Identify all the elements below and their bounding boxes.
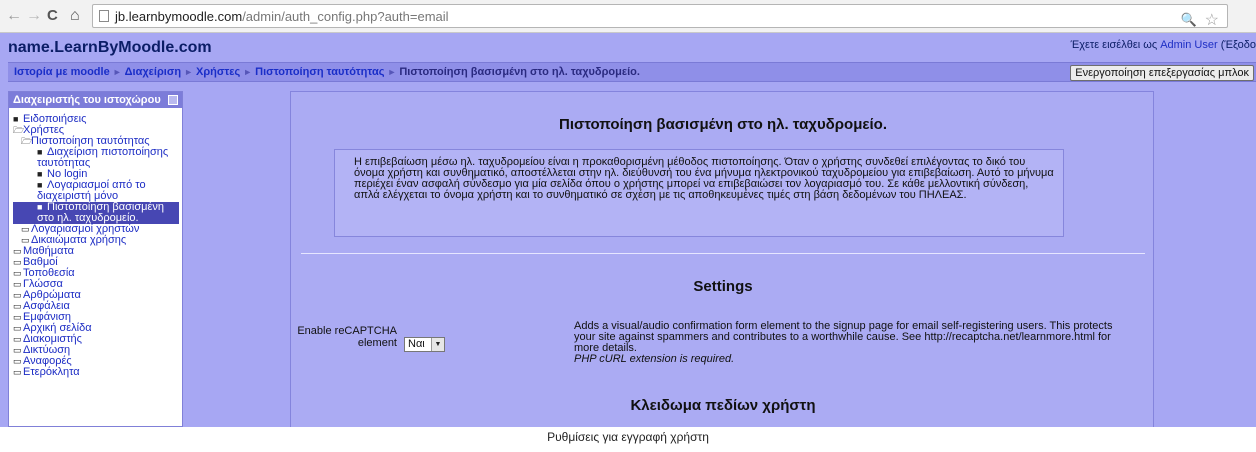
moodle-page: name.LearnByMoodle.com Έχετε εισέλθει ως…: [0, 33, 1256, 427]
admin-tree: ■ Ειδοποιήσεις 🗁Χρήστες 🗁Πιστοποίηση ταυτ…: [9, 108, 182, 378]
bullet-icon: ■: [37, 169, 43, 179]
site-name[interactable]: name.LearnByMoodle.com: [8, 39, 212, 57]
bookmark-star-icon[interactable]: ☆: [1205, 10, 1219, 30]
url-text: jb.learnbymoodle.com/admin/auth_config.p…: [115, 9, 449, 24]
folder-icon: ▭: [13, 301, 22, 311]
browser-toolbar: ← → C ⌂ jb.learnbymoodle.com/admin/auth_…: [0, 0, 1256, 33]
recaptcha-select-value: Ναι: [408, 338, 425, 350]
page-title: Πιστοποίηση βασισμένη στο ηλ. ταχυδρομεί…: [558, 116, 888, 133]
sidebar-item-manual-accounts[interactable]: ■ Λογαριασμοί από το διαχειριστή μόνο: [13, 180, 179, 202]
breadcrumb-separator: ►: [112, 67, 122, 77]
breadcrumb-separator: ►: [243, 67, 253, 77]
bullet-icon: ■: [13, 114, 19, 124]
breadcrumb-item-home[interactable]: Ιστορία με moodle: [14, 66, 110, 78]
recaptcha-note: PHP cURL extension is required.: [574, 353, 735, 365]
breadcrumb: Ιστορία με moodle ► Διαχείριση ► Χρήστες ► Πισ…: [14, 66, 640, 78]
figure-caption: Ρυθμίσεις για εγγραφή χρήστη: [547, 430, 709, 444]
folder-icon: ▭: [13, 246, 22, 256]
login-prefix: Έχετε εισέλθει ως: [1070, 39, 1161, 51]
sidebar-item-email-auth[interactable]: ■ Πιστοποίηση βασισμένη στο ηλ. ταχυδρομε…: [13, 202, 179, 224]
folder-icon: ▭: [13, 345, 22, 355]
folder-icon: ▭: [13, 356, 22, 366]
block-collapse-icon[interactable]: [168, 95, 178, 105]
back-arrow-icon[interactable]: ←: [6, 8, 22, 24]
divider: [301, 253, 1145, 254]
login-info: Έχετε εισέλθει ως Admin User (Έξοδο: [1071, 39, 1256, 51]
url-path: /admin/auth_config.php?auth=email: [242, 9, 449, 24]
reload-icon[interactable]: C: [47, 8, 58, 24]
folder-icon: ▭: [21, 224, 30, 234]
folder-icon: ▭: [13, 257, 22, 267]
breadcrumb-item-users[interactable]: Χρήστες: [196, 66, 240, 78]
lock-fields-heading: Κλειδωμα πεδίων χρήστη: [630, 397, 816, 414]
home-icon[interactable]: ⌂: [70, 8, 80, 24]
login-user-link[interactable]: Admin User: [1160, 39, 1217, 51]
block-header: Διαχειριστής του ιστοχώρου: [9, 92, 182, 108]
folder-icon: ▭: [13, 279, 22, 289]
folder-icon: ▭: [13, 334, 22, 344]
sidebar-item-misc[interactable]: ▭Ετερόκλητα: [13, 367, 179, 378]
auth-description: Η επιβεβαίωση μέσω ηλ. ταχυδρομείου είνα…: [334, 149, 1064, 237]
sidebar-item-label: Ετερόκλητα: [23, 366, 80, 378]
recaptcha-description-text: Adds a visual/audio confirmation form el…: [574, 320, 1113, 354]
zoom-icon[interactable]: 🔍: [1181, 12, 1197, 28]
breadcrumb-item-current: Πιστοποίηση βασισμένη στο ηλ. ταχυδρομεί…: [399, 66, 640, 78]
breadcrumb-separator: ►: [184, 67, 193, 77]
sidebar-item-label: Πιστοποίηση βασισμένη στο ηλ. ταχυδρομεί…: [37, 201, 164, 224]
url-host: jb.learnbymoodle.com: [115, 9, 243, 24]
breadcrumb-separator: ►: [387, 67, 397, 77]
sidebar-item-label: Διαχείριση πιστοποίησης ταυτότητας: [37, 146, 169, 169]
recaptcha-description: Adds a visual/audio confirmation form el…: [574, 321, 1114, 365]
recaptcha-label: Enable reCAPTCHA element: [297, 325, 397, 349]
folder-icon: ▭: [13, 312, 22, 322]
settings-heading: Settings: [693, 278, 753, 295]
chevron-down-icon: ▼: [431, 338, 444, 351]
recaptcha-select[interactable]: Ναι ▼: [404, 337, 445, 352]
block-title: Διαχειριστής του ιστοχώρου: [13, 94, 161, 106]
blocks-editing-button[interactable]: Ενεργοποίηση επεξεργασίας μπλοκ: [1070, 65, 1254, 81]
open-folder-icon: 🗁: [13, 125, 25, 135]
sidebar-item-label: Λογαριασμοί από το διαχειριστή μόνο: [37, 179, 146, 202]
folder-icon: ▭: [13, 268, 22, 278]
page-icon: [99, 10, 109, 22]
sidebar-item-manage-auth[interactable]: ■ Διαχείριση πιστοποίησης ταυτότητας: [13, 147, 179, 169]
folder-icon: ▭: [13, 290, 22, 300]
folder-icon: ▭: [13, 323, 22, 333]
folder-icon: ▭: [13, 367, 22, 377]
breadcrumb-item-admin[interactable]: Διαχείριση: [125, 66, 181, 78]
main-content: Πιστοποίηση βασισμένη στο ηλ. ταχυδρομεί…: [290, 91, 1154, 427]
forward-arrow-icon[interactable]: →: [26, 8, 42, 24]
breadcrumb-item-auth[interactable]: Πιστοποίηση ταυτότητας: [255, 66, 384, 78]
address-bar[interactable]: jb.learnbymoodle.com/admin/auth_config.p…: [92, 4, 1228, 30]
open-folder-icon: 🗁: [21, 136, 33, 146]
site-admin-block: Διαχειριστής του ιστοχώρου ■ Ειδοποιήσεις…: [8, 91, 183, 427]
navbar: Ιστορία με moodle ► Διαχείριση ► Χρήστες ► Πισ…: [8, 62, 1256, 82]
logout-link[interactable]: (Έξοδο: [1218, 39, 1256, 51]
